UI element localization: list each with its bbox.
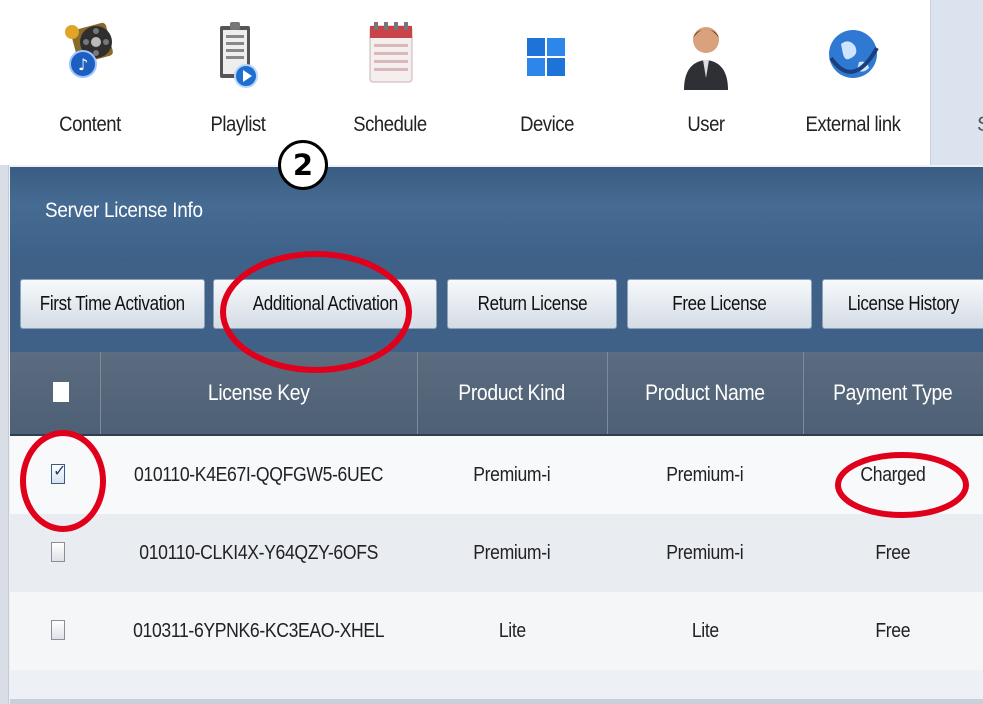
product-kind-text: Premium-i xyxy=(473,464,551,486)
header-product-name[interactable]: Product Name xyxy=(607,352,804,434)
header-payment-type-label: Payment Type xyxy=(833,380,953,405)
content-frame: Server License Info First Time Activatio… xyxy=(0,165,983,704)
license-key-text: 010110-K4E67I-QQFGW5-6UEC xyxy=(133,464,384,486)
svg-text:♪: ♪ xyxy=(78,55,88,74)
content-media-icon: ♪ xyxy=(65,22,113,78)
header-payment-type[interactable]: Payment Type xyxy=(803,352,983,434)
header-license-key-label: License Key xyxy=(207,380,310,405)
license-history-button[interactable]: License History xyxy=(822,279,983,329)
nav-item-settings-partial[interactable]: S xyxy=(930,0,983,165)
panel-title: Server License Info xyxy=(45,199,203,222)
table-header-row: License Key Product Kind Product Name Pa… xyxy=(10,352,983,436)
return-license-label: Return License xyxy=(477,293,587,315)
license-history-label: License History xyxy=(847,293,960,315)
step-number-badge: 2 xyxy=(278,140,328,190)
payment-type-text: Free xyxy=(875,542,911,564)
cell-product-name: Premium-i xyxy=(607,436,803,514)
header-select-all-cell xyxy=(10,352,101,434)
device-windows-icon xyxy=(527,38,565,76)
nav-partial-label: S xyxy=(977,113,983,137)
product-kind-text: Lite xyxy=(498,620,526,642)
return-license-button[interactable]: Return License xyxy=(447,279,617,329)
header-product-kind-label: Product Kind xyxy=(458,380,566,405)
cell-payment-type: Free xyxy=(803,592,983,670)
cell-product-name: Lite xyxy=(607,592,803,670)
row-checkbox[interactable] xyxy=(51,542,65,562)
license-toolbar: First Time Activation Additional Activat… xyxy=(10,262,983,352)
nav-item-schedule[interactable]: Schedule xyxy=(330,0,450,165)
header-product-kind[interactable]: Product Kind xyxy=(417,352,608,434)
table-row[interactable]: 010110-CLKI4X-Y64QZY-6OFS Premium-i Prem… xyxy=(10,514,983,592)
top-navigation-bar: ♪ Content Playlist Schedule Device User … xyxy=(0,0,983,165)
cell-payment-type: Charged xyxy=(803,436,983,514)
nav-label-playlist: Playlist xyxy=(210,113,266,136)
globe-link-icon xyxy=(829,30,879,78)
user-icon xyxy=(684,27,728,90)
cell-license-key: 010311-6YPNK6-KC3EAO-XHEL xyxy=(100,592,417,670)
table-row[interactable]: ✓ 010110-K4E67I-QQFGW5-6UEC Premium-i Pr… xyxy=(10,436,983,514)
check-mark-icon: ✓ xyxy=(53,463,67,480)
schedule-calendar-icon xyxy=(369,22,413,83)
panel-header: Server License Info xyxy=(10,167,983,262)
nav-item-user[interactable]: User xyxy=(646,0,766,165)
additional-activation-label: Additional Activation xyxy=(252,293,398,315)
payment-type-text: Charged xyxy=(860,464,926,486)
nav-label-device: Device xyxy=(520,113,574,136)
select-all-checkbox[interactable] xyxy=(53,382,69,402)
table-bottom-border xyxy=(10,699,983,704)
license-key-text: 010110-CLKI4X-Y64QZY-6OFS xyxy=(139,542,378,564)
nav-label-schedule: Schedule xyxy=(353,113,427,136)
license-key-text: 010311-6YPNK6-KC3EAO-XHEL xyxy=(132,620,385,642)
nav-item-external-link[interactable]: External link xyxy=(793,0,913,165)
table-row[interactable]: 010311-6YPNK6-KC3EAO-XHEL Lite Lite Free xyxy=(10,592,983,670)
cell-product-kind: Premium-i xyxy=(417,514,607,592)
license-table: License Key Product Kind Product Name Pa… xyxy=(10,352,983,670)
nav-label-user: User xyxy=(687,113,725,136)
cell-product-name: Premium-i xyxy=(607,514,803,592)
row-checkbox[interactable]: ✓ xyxy=(51,463,67,484)
free-license-label: Free License xyxy=(672,293,767,315)
cell-product-kind: Lite xyxy=(417,592,607,670)
nav-item-playlist[interactable]: Playlist xyxy=(178,0,298,165)
header-license-key[interactable]: License Key xyxy=(100,352,418,434)
first-time-activation-button[interactable]: First Time Activation xyxy=(20,279,205,329)
row-checkbox[interactable] xyxy=(51,620,65,640)
cell-payment-type: Free xyxy=(803,514,983,592)
payment-type-text: Free xyxy=(875,620,911,642)
additional-activation-button[interactable]: Additional Activation xyxy=(213,279,437,329)
cell-license-key: 010110-K4E67I-QQFGW5-6UEC xyxy=(100,436,417,514)
product-name-text: Lite xyxy=(691,620,719,642)
product-kind-text: Premium-i xyxy=(473,542,551,564)
frame-left-border xyxy=(0,165,9,704)
playlist-icon xyxy=(220,22,258,88)
header-product-name-label: Product Name xyxy=(645,380,765,405)
product-name-text: Premium-i xyxy=(666,464,744,486)
nav-label-external-link: External link xyxy=(805,113,901,136)
cell-product-kind: Premium-i xyxy=(417,436,607,514)
nav-item-device[interactable]: Device xyxy=(487,0,607,165)
first-time-activation-label: First Time Activation xyxy=(40,293,185,315)
cell-license-key: 010110-CLKI4X-Y64QZY-6OFS xyxy=(100,514,417,592)
nav-label-content: Content xyxy=(59,113,121,136)
product-name-text: Premium-i xyxy=(666,542,744,564)
nav-item-content[interactable]: ♪ Content xyxy=(30,0,150,165)
free-license-button[interactable]: Free License xyxy=(627,279,812,329)
